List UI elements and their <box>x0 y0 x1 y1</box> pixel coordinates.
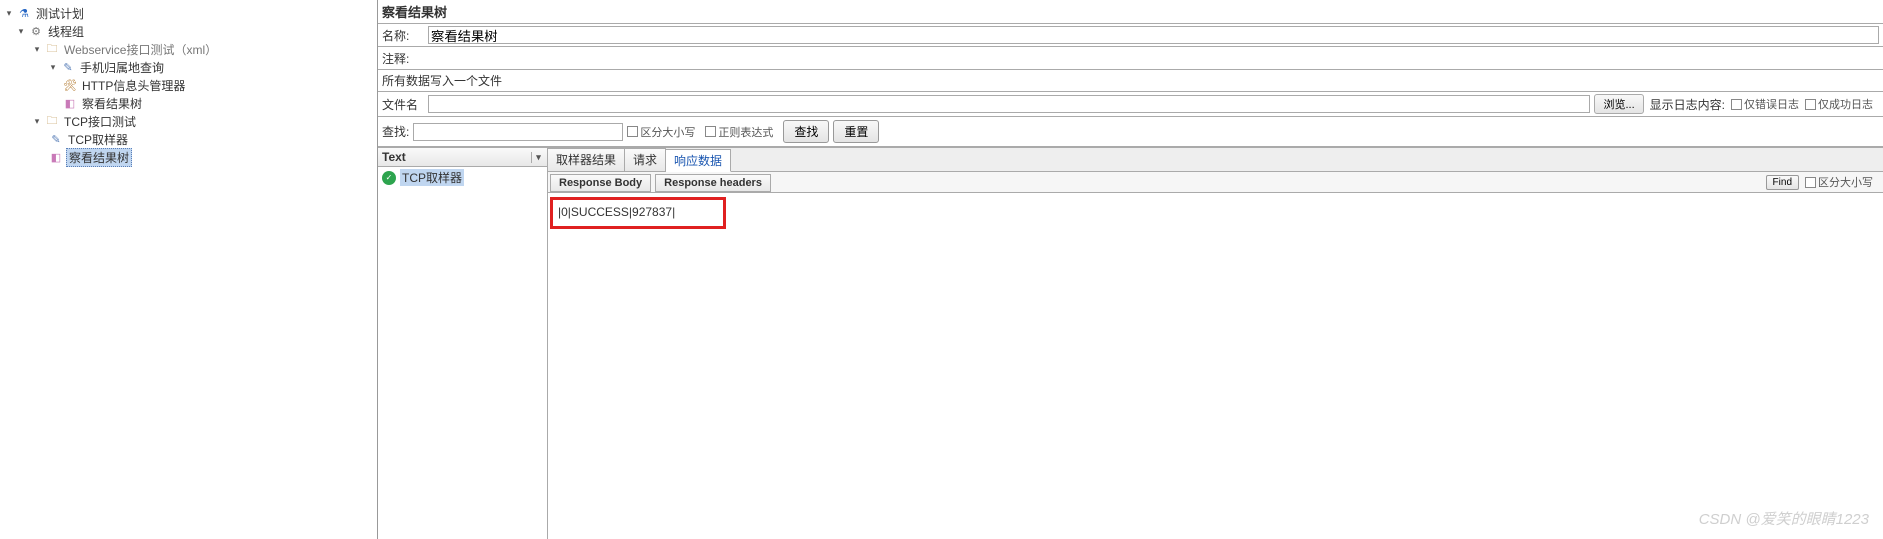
tree-tcp-test[interactable]: ▾ 🗀 TCP接口测试 <box>0 112 377 130</box>
collapse-icon[interactable]: ▾ <box>16 26 26 36</box>
folder-icon: 🗀 <box>44 41 60 57</box>
file-row: 文件名 浏览... 显示日志内容: 仅错误日志 仅成功日志 <box>378 92 1883 117</box>
search-row: 查找: 区分大小写 正则表达式 查找 重置 <box>378 117 1883 147</box>
file-input[interactable] <box>428 95 1590 113</box>
folder-icon: 🗀 <box>44 113 60 129</box>
comment-input[interactable] <box>428 49 1879 67</box>
tab-request[interactable]: 请求 <box>625 148 666 171</box>
tree-label: TCP取样器 <box>66 131 130 148</box>
dropper-icon: ✎ <box>48 131 64 147</box>
tree-label: 线程组 <box>46 23 86 40</box>
subtab-body[interactable]: Response Body <box>550 174 651 192</box>
collapse-icon[interactable]: ▾ <box>4 8 14 18</box>
name-row: 名称: <box>378 24 1883 47</box>
collapse-icon[interactable]: ▾ <box>32 44 42 54</box>
detail-panel: 取样器结果 请求 响应数据 Response Body Response hea… <box>548 148 1883 539</box>
case-sensitive-check[interactable]: 区分大小写 <box>627 124 695 140</box>
reset-button[interactable]: 重置 <box>833 120 879 143</box>
find-button[interactable]: Find <box>1766 175 1799 190</box>
find-case-check[interactable]: 区分大小写 <box>1805 174 1873 190</box>
subtab-row: Response Body Response headers <box>548 172 1883 193</box>
file-section-label: 所有数据写入一个文件 <box>382 72 502 89</box>
tree-webservice[interactable]: ▾ 🗀 Webservice接口测试（xml） <box>0 40 377 58</box>
regex-check[interactable]: 正则表达式 <box>705 124 773 140</box>
panel-title-row: 察看结果树 <box>378 0 1883 24</box>
result-type-header[interactable]: Text ▾ <box>378 148 547 167</box>
gear-icon: ⚙ <box>28 23 44 39</box>
tree-label: TCP接口测试 <box>62 113 138 130</box>
file-section-title: 所有数据写入一个文件 <box>378 70 1883 92</box>
find-row: Find 区分大小写 <box>1766 174 1879 190</box>
tab-row: 取样器结果 请求 响应数据 <box>548 148 1883 172</box>
subtab-headers[interactable]: Response headers <box>655 174 771 192</box>
tree-label: 察看结果树 <box>80 95 144 112</box>
tree-thread-group[interactable]: ▾ ⚙ 线程组 <box>0 22 377 40</box>
tree-view-results-1[interactable]: ◧ 察看结果树 <box>0 94 377 112</box>
wrench-icon: 🛠 <box>62 77 78 93</box>
tree-http-header[interactable]: 🛠 HTTP信息头管理器 <box>0 76 377 94</box>
tree-label: 手机归属地查询 <box>78 59 166 76</box>
dropper-icon: ✎ <box>60 59 76 75</box>
search-label: 查找: <box>382 123 409 140</box>
result-area: Text ▾ ✓ TCP取样器 取样器结果 请求 响应数据 Response B… <box>378 147 1883 539</box>
tree-root[interactable]: ▾ ⚗ 测试计划 <box>0 4 377 22</box>
name-label: 名称: <box>382 27 428 44</box>
collapse-icon[interactable]: ▾ <box>48 62 58 72</box>
comment-row: 注释: <box>378 47 1883 70</box>
results-icon: ◧ <box>48 149 64 165</box>
search-button[interactable]: 查找 <box>783 120 829 143</box>
comment-label: 注释: <box>382 50 428 67</box>
tree-view-results-2[interactable]: ◧ 察看结果树 <box>0 148 377 166</box>
results-icon: ◧ <box>62 95 78 111</box>
dropdown-icon[interactable]: ▾ <box>531 152 545 163</box>
tree-label: 测试计划 <box>34 5 86 22</box>
panel-title: 察看结果树 <box>382 2 447 21</box>
response-body-area[interactable]: |0|SUCCESS|927837| <box>548 193 1883 539</box>
tree-panel: ▾ ⚗ 测试计划 ▾ ⚙ 线程组 ▾ 🗀 Webservice接口测试（xml）… <box>0 0 378 539</box>
tree-label: HTTP信息头管理器 <box>80 77 187 94</box>
success-only-check[interactable]: 仅成功日志 <box>1805 96 1873 112</box>
type-header-label: Text <box>382 150 406 164</box>
result-tree: Text ▾ ✓ TCP取样器 <box>378 148 548 539</box>
tree-phone-query[interactable]: ▾ ✎ 手机归属地查询 <box>0 58 377 76</box>
tree-label: 察看结果树 <box>66 148 132 167</box>
tree-label: Webservice接口测试（xml） <box>62 41 219 58</box>
tree-tcp-sampler[interactable]: ✎ TCP取样器 <box>0 130 377 148</box>
tab-sampler[interactable]: 取样器结果 <box>548 148 625 171</box>
name-input[interactable] <box>428 26 1879 44</box>
flask-icon: ⚗ <box>16 5 32 21</box>
log-label: 显示日志内容: <box>1650 96 1725 113</box>
success-icon: ✓ <box>382 171 396 185</box>
collapse-icon[interactable]: ▾ <box>32 116 42 126</box>
file-label: 文件名 <box>382 96 428 113</box>
result-item[interactable]: ✓ TCP取样器 <box>378 167 547 188</box>
result-item-label: TCP取样器 <box>400 169 464 186</box>
error-only-check[interactable]: 仅错误日志 <box>1731 96 1799 112</box>
right-panel: 察看结果树 名称: 注释: 所有数据写入一个文件 文件名 浏览... 显示日志内… <box>378 0 1883 539</box>
response-body-text: |0|SUCCESS|927837| <box>558 205 1881 219</box>
tab-response[interactable]: 响应数据 <box>666 149 731 172</box>
search-input[interactable] <box>413 123 623 141</box>
browse-button[interactable]: 浏览... <box>1594 94 1643 114</box>
